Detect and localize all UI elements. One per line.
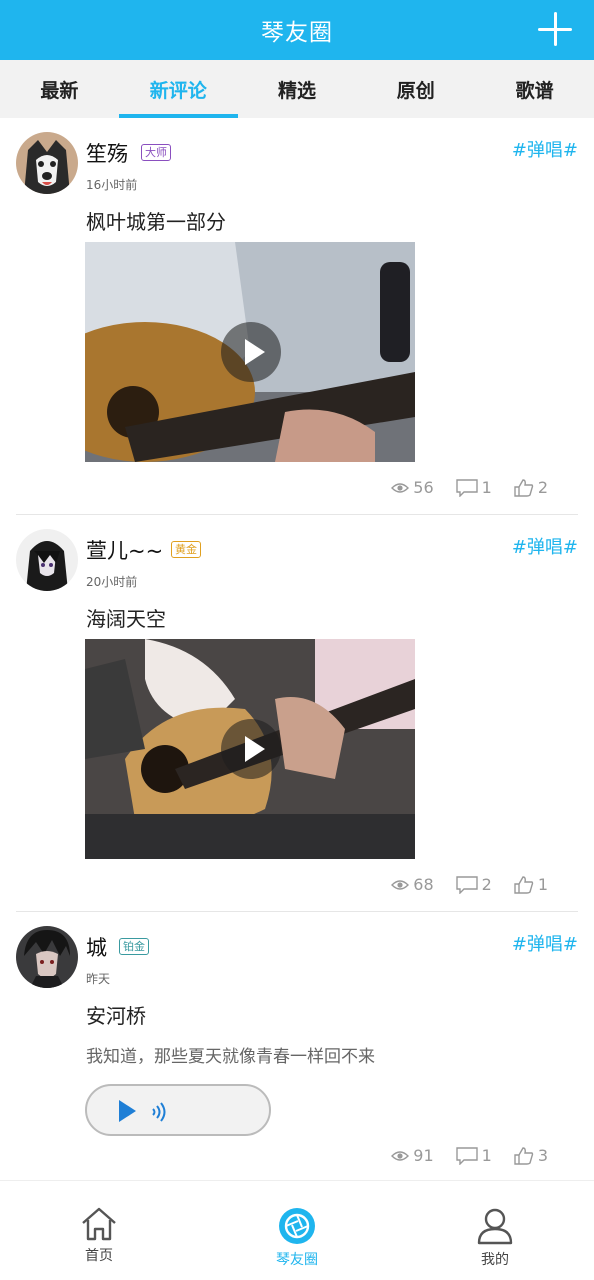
username[interactable]: 萱儿~~	[86, 535, 163, 565]
post-title: 安河桥	[86, 1004, 146, 1028]
tab-new-comments[interactable]: 新评论	[118, 60, 238, 118]
comment-count[interactable]: 1	[455, 1146, 492, 1165]
eye-icon	[391, 482, 410, 493]
thumbs-up-icon	[514, 1146, 534, 1165]
eye-icon	[391, 1150, 410, 1161]
post-title: 枫叶城第一部分	[86, 210, 226, 234]
play-button[interactable]	[221, 719, 281, 779]
comment-icon	[455, 875, 478, 894]
view-count: 56	[391, 478, 434, 497]
tab-featured[interactable]: 精选	[238, 60, 357, 118]
comment-icon	[455, 1146, 478, 1165]
view-count-value: 68	[413, 875, 434, 894]
post-time: 16小时前	[86, 178, 138, 192]
nav-circle-label: 琴友圈	[276, 1252, 318, 1268]
page-title: 琴友圈	[261, 20, 333, 46]
tab-original[interactable]: 原创	[356, 60, 475, 118]
like-count-value: 1	[537, 875, 548, 894]
user-icon	[477, 1208, 513, 1245]
sound-wave-icon	[152, 1102, 166, 1122]
view-count: 91	[391, 1146, 434, 1165]
view-count-value: 56	[413, 478, 434, 497]
post-stats: 68 2 1	[369, 875, 548, 894]
audio-player[interactable]	[85, 1084, 271, 1136]
app-header: 琴友圈	[0, 0, 594, 60]
like-count-value: 3	[537, 1146, 548, 1165]
post-stats: 91 1 3	[369, 1146, 548, 1165]
post-title: 海阔天空	[86, 607, 166, 631]
post-card[interactable]: 萱儿~~ 黄金 20小时前 #弹唱# 海阔天空 68 2 1	[0, 515, 594, 912]
comment-count-value: 1	[481, 478, 492, 497]
post-time: 20小时前	[86, 575, 138, 589]
view-count: 68	[391, 875, 434, 894]
like-count[interactable]: 2	[514, 478, 548, 497]
topic-tag[interactable]: #弹唱#	[512, 930, 578, 956]
post-feed: 笙殇 大师 16小时前 #弹唱# 枫叶城第一部分 56 1 2 萱儿~~ 黄金 …	[0, 118, 594, 1180]
video-thumbnail[interactable]	[85, 242, 415, 462]
thumbs-up-icon	[514, 875, 534, 894]
nav-circle[interactable]: 琴友圈	[198, 1181, 396, 1280]
username[interactable]: 城	[86, 932, 107, 962]
comment-icon	[455, 478, 478, 497]
post-card[interactable]: 城 铂金 昨天 #弹唱# 安河桥 我知道，那些夏天就像青春一样回不来 91 1	[0, 912, 594, 1180]
post-card[interactable]: 笙殇 大师 16小时前 #弹唱# 枫叶城第一部分 56 1 2	[0, 118, 594, 515]
home-icon	[82, 1207, 116, 1241]
comment-count[interactable]: 2	[455, 875, 492, 894]
post-description: 我知道，那些夏天就像青春一样回不来	[86, 1047, 375, 1067]
nav-home-label: 首页	[85, 1248, 113, 1264]
username[interactable]: 笙殇	[86, 138, 128, 168]
avatar[interactable]	[16, 529, 78, 591]
play-button[interactable]	[221, 322, 281, 382]
tab-bar: 最新 新评论 精选 原创 歌谱	[0, 60, 594, 118]
like-count[interactable]: 3	[514, 1146, 548, 1165]
nav-home[interactable]: 首页	[0, 1181, 198, 1280]
comment-count-value: 2	[481, 875, 492, 894]
like-count-value: 2	[537, 478, 548, 497]
like-count[interactable]: 1	[514, 875, 548, 894]
level-badge: 黄金	[171, 541, 201, 558]
thumbs-up-icon	[514, 478, 534, 497]
level-badge: 铂金	[119, 938, 149, 955]
play-icon	[119, 1100, 136, 1122]
nav-me-label: 我的	[481, 1252, 509, 1268]
topic-tag[interactable]: #弹唱#	[512, 533, 578, 559]
level-badge: 大师	[141, 144, 171, 161]
bottom-nav: 首页 琴友圈 我的	[0, 1180, 594, 1280]
tab-latest[interactable]: 最新	[0, 60, 119, 118]
add-post-button[interactable]	[538, 12, 572, 46]
tab-sheet-music[interactable]: 歌谱	[475, 60, 594, 118]
topic-tag[interactable]: #弹唱#	[512, 136, 578, 162]
comment-count[interactable]: 1	[455, 478, 492, 497]
nav-me[interactable]: 我的	[396, 1181, 594, 1280]
post-time: 昨天	[86, 972, 111, 986]
comment-count-value: 1	[481, 1146, 492, 1165]
video-thumbnail[interactable]	[85, 639, 415, 859]
view-count-value: 91	[413, 1146, 434, 1165]
avatar[interactable]	[16, 132, 78, 194]
aperture-icon	[279, 1208, 315, 1244]
eye-icon	[391, 879, 410, 890]
avatar[interactable]	[16, 926, 78, 988]
post-stats: 56 1 2	[369, 478, 548, 497]
